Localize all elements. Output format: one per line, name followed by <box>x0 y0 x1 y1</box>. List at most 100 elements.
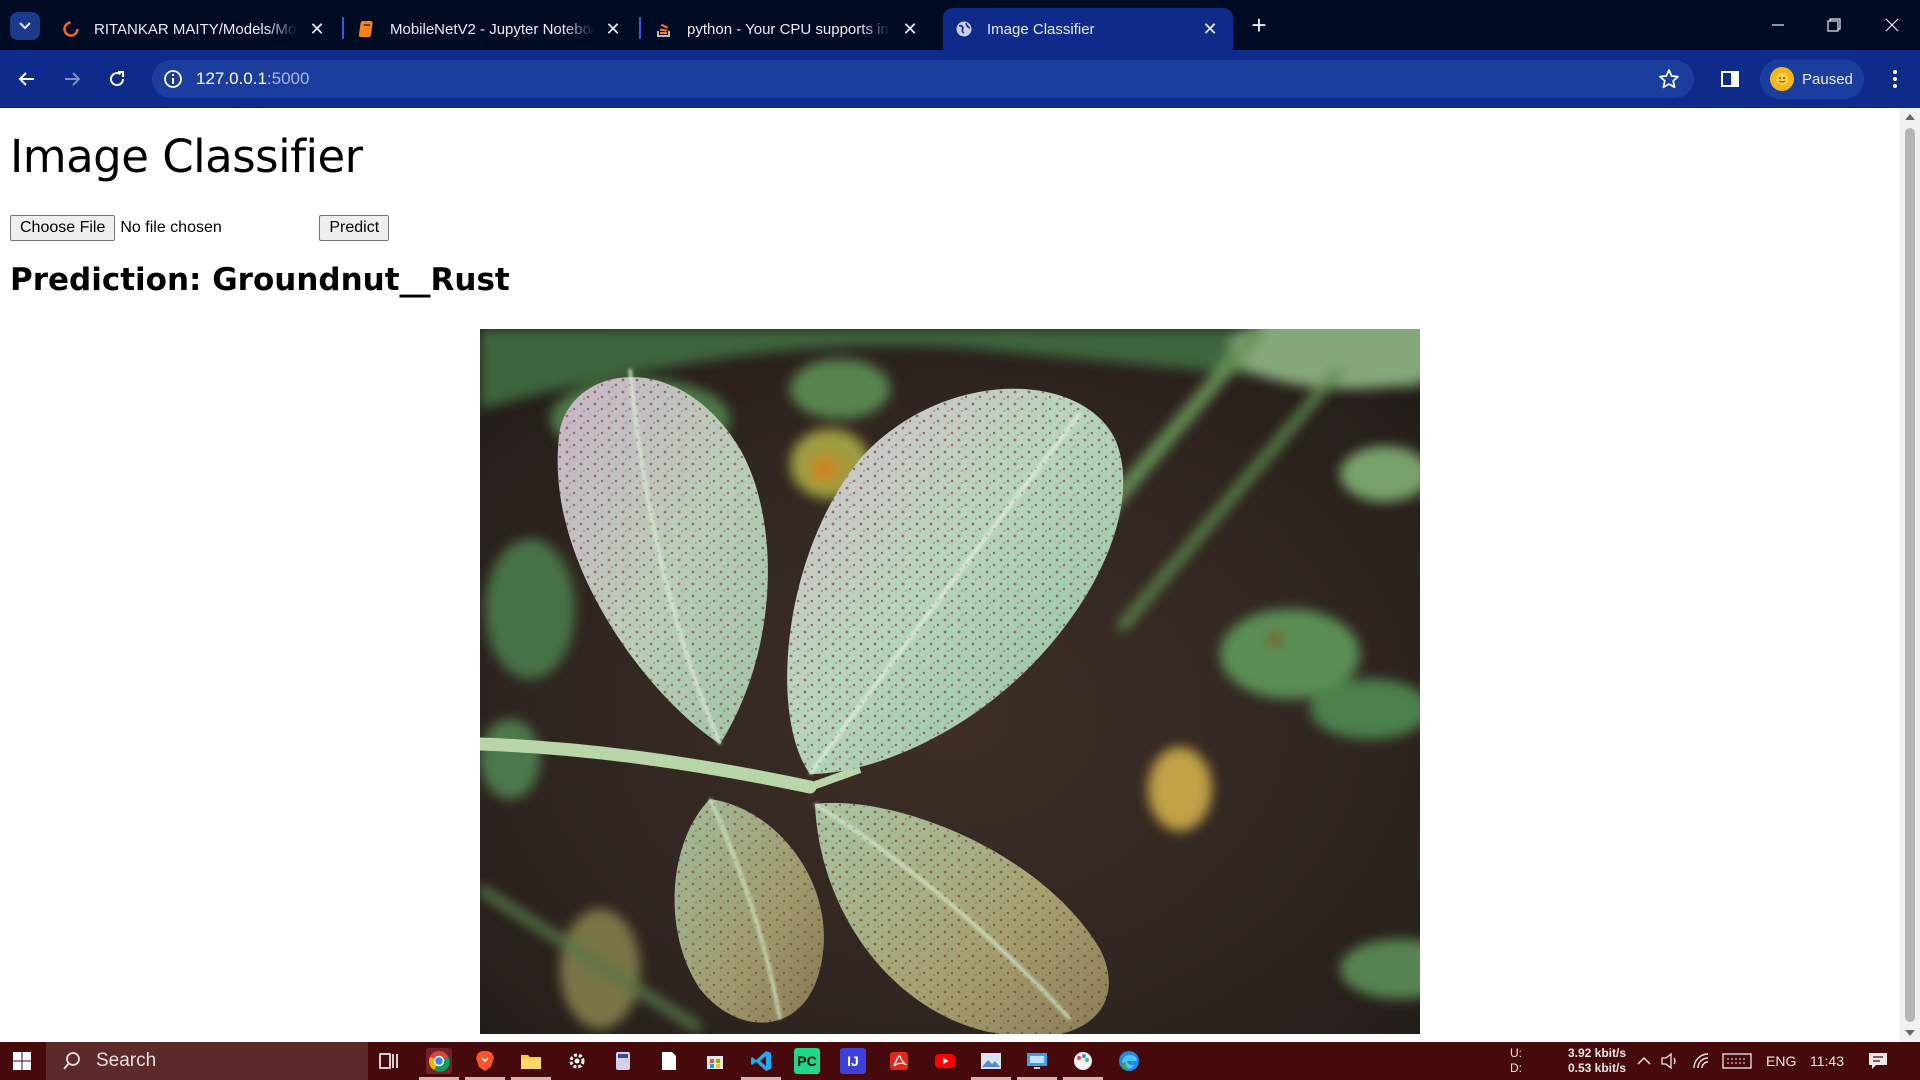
url-port: :5000 <box>266 69 310 88</box>
language-label: ENG <box>1766 1053 1797 1069</box>
reload-icon <box>110 71 125 87</box>
clock[interactable]: 11:43 <box>1810 1042 1844 1080</box>
file-explorer-icon[interactable] <box>511 1048 551 1080</box>
browser-toolbar: 127.0.0.1:5000 Paused <box>0 50 1920 108</box>
chevron-up-icon <box>1637 1056 1651 1065</box>
chevron-down-icon <box>19 22 31 30</box>
reload-button[interactable] <box>102 64 132 94</box>
upload-label: U: <box>1510 1046 1522 1060</box>
browser-titlebar: RITANKAR MAITY/Models/Mob ✕ MobileNetV2 … <box>0 0 1920 50</box>
speaker-icon <box>1661 1052 1676 1070</box>
keyboard-icon <box>1722 1053 1752 1069</box>
side-panel-icon <box>1721 71 1739 87</box>
arrow-right-icon <box>65 72 81 86</box>
page-scrollbar[interactable] <box>1900 108 1920 1042</box>
browser-menu-button[interactable] <box>1880 64 1910 94</box>
close-window-button[interactable] <box>1864 0 1920 50</box>
input-language-button[interactable]: ENG <box>1766 1042 1796 1080</box>
calculator-icon[interactable] <box>610 1048 636 1074</box>
stack-overflow-icon <box>655 20 673 38</box>
network-speed-values: 3.92 kbit/s 0.53 kbit/s <box>1556 1042 1626 1080</box>
prediction-result: Prediction: Groundnut__Rust <box>10 262 510 298</box>
clock-time: 11:43 <box>1810 1053 1844 1069</box>
profile-button[interactable]: Paused <box>1760 59 1864 99</box>
site-info-icon[interactable] <box>162 68 184 90</box>
store-icon[interactable] <box>702 1048 728 1074</box>
tab-github-models[interactable]: RITANKAR MAITY/Models/Mob ✕ <box>50 8 340 50</box>
search-label: Search <box>96 1050 157 1071</box>
search-icon <box>63 1052 80 1070</box>
choose-file-button[interactable]: Choose File <box>10 215 116 241</box>
tab-separator <box>639 17 641 39</box>
address-bar[interactable]: 127.0.0.1:5000 <box>152 60 1694 98</box>
scroll-down-arrow-icon[interactable] <box>1905 1030 1915 1036</box>
show-hidden-icons-button[interactable] <box>1636 1042 1652 1080</box>
network-speed-labels: U: D: <box>1510 1042 1522 1080</box>
close-tab-icon[interactable]: ✕ <box>602 18 624 40</box>
arrow-left-icon <box>18 72 34 86</box>
minimize-button[interactable] <box>1750 0 1806 50</box>
brave-icon[interactable] <box>465 1048 505 1080</box>
photos-icon[interactable] <box>971 1048 1011 1080</box>
close-tab-icon[interactable]: ✕ <box>1199 18 1221 40</box>
close-tab-icon[interactable]: ✕ <box>899 18 921 40</box>
bookmark-star-icon[interactable] <box>1658 68 1680 90</box>
uploaded-leaf-image <box>480 329 1420 1034</box>
notebook-icon <box>358 20 376 38</box>
remote-desktop-icon[interactable] <box>1017 1048 1057 1080</box>
vscode-icon[interactable] <box>741 1048 781 1080</box>
tab-title: Image Classifier <box>987 20 1095 38</box>
download-speed: 0.53 kbit/s <box>1567 1061 1626 1075</box>
orange-ring-icon <box>62 20 80 38</box>
avatar <box>1770 67 1794 91</box>
back-button[interactable] <box>12 64 42 94</box>
tab-jupyter-notebook[interactable]: MobileNetV2 - Jupyter Noteboo ✕ <box>346 8 636 50</box>
start-button[interactable] <box>0 1042 44 1080</box>
paint-icon[interactable] <box>1063 1048 1103 1080</box>
url-text[interactable]: 127.0.0.1:5000 <box>196 69 309 89</box>
restore-icon <box>1827 18 1841 32</box>
file-status-text: No file chosen <box>120 219 222 236</box>
touch-keyboard-button[interactable] <box>1722 1042 1752 1080</box>
intellij-icon[interactable]: IJ <box>840 1048 866 1074</box>
wifi-button[interactable] <box>1692 1042 1712 1080</box>
settings-gear-icon[interactable] <box>564 1048 590 1074</box>
acrobat-icon[interactable] <box>886 1048 912 1074</box>
globe-icon <box>955 20 973 38</box>
notification-icon <box>1869 1053 1887 1069</box>
tab-title: python - Your CPU supports ins <box>687 20 891 38</box>
tab-image-classifier[interactable]: Image Classifier ✕ <box>943 8 1233 50</box>
upload-speed: 3.92 kbit/s <box>1567 1046 1626 1060</box>
windows-logo-icon <box>13 1052 31 1070</box>
forward-button[interactable] <box>57 64 87 94</box>
tab-stack-overflow[interactable]: python - Your CPU supports ins ✕ <box>643 8 933 50</box>
avatar-emoji-icon <box>1776 73 1788 85</box>
windows-taskbar: Search PC IJ U: D: 3.92 kbit/s 0.53 kbit… <box>0 1042 1920 1080</box>
predict-button[interactable]: Predict <box>319 215 390 241</box>
close-tab-icon[interactable]: ✕ <box>306 18 328 40</box>
restore-button[interactable] <box>1806 0 1862 50</box>
download-label: D: <box>1510 1061 1522 1075</box>
notepad-icon[interactable] <box>656 1048 682 1074</box>
youtube-icon[interactable] <box>932 1048 958 1074</box>
volume-button[interactable] <box>1660 1042 1680 1080</box>
profile-status-label: Paused <box>1802 70 1853 88</box>
kebab-menu-icon <box>1893 70 1897 88</box>
url-host: 127.0.0.1 <box>196 69 267 88</box>
tab-separator <box>342 17 344 39</box>
web-page: Image Classifier Choose File No file cho… <box>0 108 1900 1042</box>
chrome-icon[interactable] <box>419 1048 459 1080</box>
taskbar-search-box[interactable]: Search <box>46 1042 368 1080</box>
upload-form: Choose File No file chosen Predict <box>10 214 390 242</box>
side-panel-button[interactable] <box>1716 64 1744 94</box>
scrollbar-thumb[interactable] <box>1905 128 1915 1022</box>
pycharm-icon[interactable]: PC <box>794 1048 820 1074</box>
tab-search-button[interactable] <box>10 12 40 40</box>
scroll-up-arrow-icon[interactable] <box>1905 114 1915 120</box>
new-tab-button[interactable]: + <box>1245 12 1273 40</box>
minimize-icon <box>1772 24 1784 26</box>
tab-title: MobileNetV2 - Jupyter Noteboo <box>390 20 594 38</box>
notifications-button[interactable] <box>1868 1042 1888 1080</box>
edge-icon[interactable] <box>1116 1048 1142 1074</box>
task-view-icon[interactable] <box>376 1048 402 1074</box>
